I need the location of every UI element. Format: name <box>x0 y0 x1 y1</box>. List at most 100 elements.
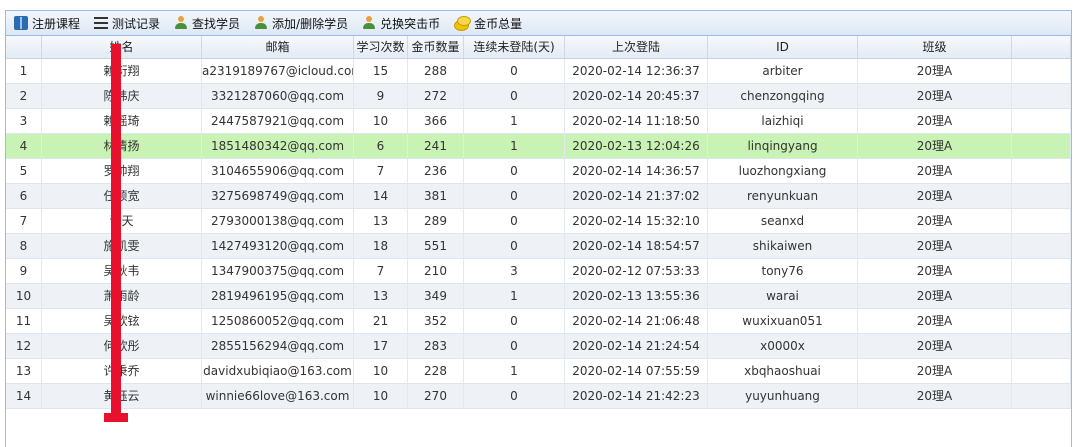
table-row[interactable]: 10 萧雨龄 2819496195@qq.com 13 349 1 2020-02-13 1… <box>6 284 1071 309</box>
table-row[interactable]: 13 许秉乔 davidxubiqiao@163.com 10 228 1 2020-02-… <box>6 359 1071 384</box>
cell-days-absent: 0 <box>464 384 565 408</box>
cell-id: tony76 <box>708 259 858 283</box>
cell-name: 林清扬 <box>42 134 202 158</box>
cell-study-count: 6 <box>354 134 408 158</box>
cell-rownum: 3 <box>6 109 42 133</box>
cell-days-absent: 0 <box>464 334 565 358</box>
cell-id: chenzongqing <box>708 84 858 108</box>
column-header-class[interactable]: 班级 <box>858 36 1012 58</box>
cell-name: 赖衍翔 <box>42 59 202 83</box>
column-header-days-absent[interactable]: 连续未登陆(天) <box>464 36 565 58</box>
cell-extra <box>1012 234 1071 258</box>
cell-class: 20理A <box>858 309 1012 333</box>
cell-extra <box>1012 384 1071 408</box>
cell-class: 20理A <box>858 384 1012 408</box>
total-coins-label: 金币总量 <box>474 16 523 31</box>
cell-class: 20理A <box>858 134 1012 158</box>
cell-coins: 349 <box>408 284 464 308</box>
cell-days-absent: 0 <box>464 159 565 183</box>
column-header-name[interactable]: 姓名 <box>42 36 202 58</box>
find-student-label: 查找学员 <box>192 16 241 31</box>
table-row[interactable]: 3 赖瑶琦 2447587921@qq.com 10 366 1 2020-02-14 11… <box>6 109 1071 134</box>
cell-id: shikaiwen <box>708 234 858 258</box>
register-course-label: 注册课程 <box>32 16 81 31</box>
cell-days-absent: 1 <box>464 109 565 133</box>
table-row[interactable]: 14 黄钰云 winnie66love@163.com 10 270 0 2020-02-1… <box>6 384 1071 409</box>
table-row[interactable]: 12 何欣彤 2855156294@qq.com 17 283 0 2020-02-14 2… <box>6 334 1071 359</box>
cell-study-count: 13 <box>354 284 408 308</box>
redeem-coins-label: 兑换突击币 <box>380 16 441 31</box>
cell-id: yuyunhuang <box>708 384 858 408</box>
cell-days-absent: 0 <box>464 184 565 208</box>
cell-name: 许秉乔 <box>42 359 202 383</box>
cell-days-absent: 0 <box>464 309 565 333</box>
table-row[interactable]: 7 谢天 2793000138@qq.com 13 289 0 2020-02-14 15:… <box>6 209 1071 234</box>
user-icon <box>362 16 376 30</box>
cell-rownum: 1 <box>6 59 42 83</box>
cell-last-login: 2020-02-14 21:42:23 <box>565 384 708 408</box>
cell-rownum: 12 <box>6 334 42 358</box>
coins-icon <box>454 16 472 31</box>
column-header-email[interactable]: 邮箱 <box>202 36 354 58</box>
cell-id: x0000x <box>708 334 858 358</box>
column-header-last-login[interactable]: 上次登陆 <box>565 36 708 58</box>
table-row[interactable]: 2 陈炜庆 3321287060@qq.com 9 272 0 2020-02-14 20:… <box>6 84 1071 109</box>
find-student-button[interactable]: 查找学员 <box>174 15 240 32</box>
cell-name: 萧雨龄 <box>42 284 202 308</box>
cell-email: 1250860052@qq.com <box>202 309 354 333</box>
column-header-id[interactable]: ID <box>708 36 858 58</box>
book-icon <box>14 16 28 30</box>
total-coins-button[interactable]: 金币总量 <box>454 15 522 32</box>
cell-class: 20理A <box>858 234 1012 258</box>
table-row[interactable]: 11 吴欣铉 1250860052@qq.com 21 352 0 2020-02-14 2… <box>6 309 1071 334</box>
table-row[interactable]: 5 罗帅翔 3104655906@qq.com 7 236 0 2020-02-14 14:… <box>6 159 1071 184</box>
table-row[interactable]: 1 赖衍翔 a2319189767@icloud.com 15 288 0 2020-02-… <box>6 59 1071 84</box>
cell-days-absent: 1 <box>464 134 565 158</box>
column-header-coins[interactable]: 金币数量 <box>408 36 464 58</box>
table-row[interactable]: 4 林清扬 1851480342@qq.com 6 241 1 2020-02-13 12:… <box>6 134 1071 159</box>
cell-class: 20理A <box>858 109 1012 133</box>
redeem-coins-button[interactable]: 兑换突击币 <box>362 15 440 32</box>
cell-days-absent: 1 <box>464 359 565 383</box>
cell-study-count: 15 <box>354 59 408 83</box>
user-icon <box>254 16 268 30</box>
cell-extra <box>1012 334 1071 358</box>
cell-coins: 236 <box>408 159 464 183</box>
cell-study-count: 10 <box>354 359 408 383</box>
table-row[interactable]: 8 施凯雯 1427493120@qq.com 18 551 0 2020-02-14 18… <box>6 234 1071 259</box>
cell-email: 2447587921@qq.com <box>202 109 354 133</box>
redaction-bar <box>111 44 121 422</box>
cell-class: 20理A <box>858 284 1012 308</box>
table-row[interactable]: 6 任颖宽 3275698749@qq.com 14 381 0 2020-02-14 21… <box>6 184 1071 209</box>
cell-last-login: 2020-02-14 14:36:57 <box>565 159 708 183</box>
add-remove-student-button[interactable]: 添加/删除学员 <box>254 15 348 32</box>
cell-extra <box>1012 159 1071 183</box>
cell-rownum: 6 <box>6 184 42 208</box>
cell-last-login: 2020-02-13 13:55:36 <box>565 284 708 308</box>
cell-extra <box>1012 84 1071 108</box>
test-records-button[interactable]: 测试记录 <box>94 15 160 32</box>
user-icon <box>174 16 188 30</box>
cell-id: xbqhaoshuai <box>708 359 858 383</box>
cell-name: 黄钰云 <box>42 384 202 408</box>
cell-study-count: 18 <box>354 234 408 258</box>
cell-email: 3275698749@qq.com <box>202 184 354 208</box>
cell-email: winnie66love@163.com <box>202 384 354 408</box>
cell-id: linqingyang <box>708 134 858 158</box>
toolbar: 注册课程 测试记录 查找学员 添加/删除学员 兑换突击币 金币总量 <box>6 11 1071 36</box>
cell-name: 施凯雯 <box>42 234 202 258</box>
cell-name: 任颖宽 <box>42 184 202 208</box>
cell-study-count: 21 <box>354 309 408 333</box>
test-records-label: 测试记录 <box>112 16 161 31</box>
column-header-extra[interactable] <box>1012 36 1071 58</box>
cell-days-absent: 3 <box>464 259 565 283</box>
cell-id: luozhongxiang <box>708 159 858 183</box>
cell-rownum: 4 <box>6 134 42 158</box>
cell-last-login: 2020-02-14 20:45:37 <box>565 84 708 108</box>
register-course-button[interactable]: 注册课程 <box>14 15 80 32</box>
cell-id: warai <box>708 284 858 308</box>
cell-class: 20理A <box>858 59 1012 83</box>
cell-last-login: 2020-02-14 07:55:59 <box>565 359 708 383</box>
column-header-study-count[interactable]: 学习次数 <box>354 36 408 58</box>
table-row[interactable]: 9 吴秋韦 1347900375@qq.com 7 210 3 2020-02-12 07:… <box>6 259 1071 284</box>
